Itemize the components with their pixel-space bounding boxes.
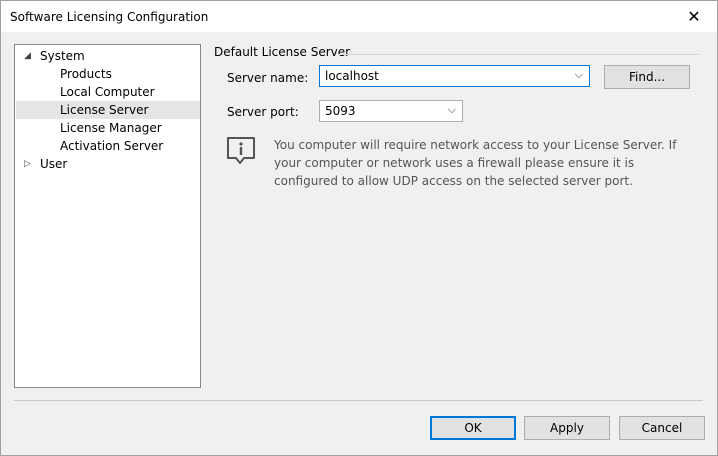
apply-button-label: Apply — [550, 421, 584, 435]
tree-item-system[interactable]: ◢ System — [16, 47, 200, 65]
tree-item-label: License Manager — [60, 121, 162, 135]
tree-item-products[interactable]: Products — [16, 65, 200, 83]
tree-item-license-manager[interactable]: License Manager — [16, 119, 200, 137]
dialog-window: Software Licensing Configuration ✕ ◢ Sys… — [0, 0, 718, 456]
tree-item-label: Activation Server — [60, 139, 164, 153]
tree-item-license-server[interactable]: License Server — [16, 101, 200, 119]
tree-item-label: Local Computer — [60, 85, 155, 99]
tree-item-label: License Server — [60, 103, 149, 117]
info-message: You computer will require network access… — [274, 138, 677, 188]
tree-item-user[interactable]: ▷ User — [16, 155, 200, 173]
title-bar: Software Licensing Configuration ✕ — [1, 1, 717, 32]
ok-button[interactable]: OK — [430, 416, 516, 440]
close-icon: ✕ — [687, 7, 701, 26]
tree-item-label: Products — [60, 67, 112, 81]
server-name-label: Server name: — [227, 71, 309, 85]
ok-button-label: OK — [464, 421, 482, 435]
find-button[interactable]: Find... — [604, 65, 690, 89]
group-divider — [338, 54, 700, 55]
chevron-down-icon[interactable]: ⌵ — [448, 103, 456, 117]
cancel-button-label: Cancel — [641, 421, 683, 435]
cancel-button[interactable]: Cancel — [619, 416, 705, 440]
server-port-label: Server port: — [227, 105, 299, 119]
footer-separator — [14, 400, 703, 401]
tree-item-local-computer[interactable]: Local Computer — [16, 83, 200, 101]
server-port-combobox[interactable]: 5093 ⌵ — [319, 100, 463, 122]
find-button-label: Find... — [628, 70, 666, 84]
close-button[interactable]: ✕ — [671, 1, 717, 32]
tree-item-label: User — [40, 157, 68, 171]
collapse-arrow-icon[interactable]: ◢ — [24, 47, 31, 65]
apply-button[interactable]: Apply — [524, 416, 610, 440]
expand-arrow-icon[interactable]: ▷ — [24, 155, 31, 173]
server-name-combobox[interactable]: localhost ⌵ — [319, 65, 590, 87]
group-title: Default License Server — [214, 45, 351, 59]
tree-item-label: System — [40, 49, 85, 63]
navigation-tree[interactable]: ◢ System Products Local Computer License… — [14, 44, 201, 388]
info-icon — [227, 137, 255, 164]
window-title: Software Licensing Configuration — [10, 10, 209, 24]
chevron-down-icon[interactable]: ⌵ — [575, 68, 583, 82]
server-name-value: localhost — [325, 69, 379, 83]
server-port-value: 5093 — [325, 104, 356, 118]
tree-item-activation-server[interactable]: Activation Server — [16, 137, 200, 155]
